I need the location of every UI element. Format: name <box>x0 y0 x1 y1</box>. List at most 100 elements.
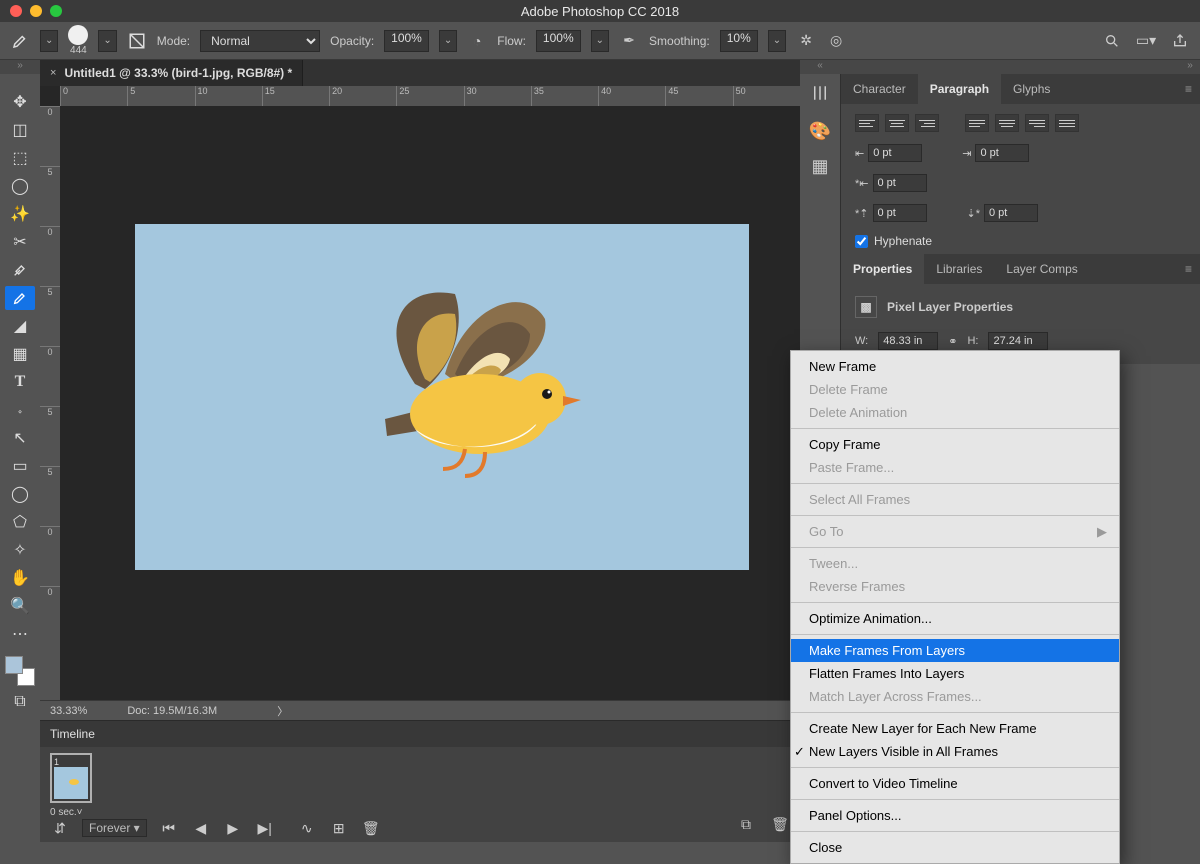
indent-left-field[interactable] <box>868 144 922 162</box>
rectangle-tool[interactable]: ▭ <box>5 454 35 478</box>
tween-icon[interactable]: ∿ <box>297 818 317 838</box>
hyphenate-input[interactable] <box>855 235 868 248</box>
move-tool[interactable]: ✥ <box>5 90 35 114</box>
tab-libraries[interactable]: Libraries <box>924 254 994 284</box>
horizontal-ruler[interactable]: 0 5 10 15 20 25 30 35 40 45 50 <box>60 86 800 106</box>
tab-glyphs[interactable]: Glyphs <box>1001 74 1062 104</box>
menu-item[interactable]: Panel Options... <box>791 804 1119 827</box>
eraser-tool[interactable]: ◢ <box>5 314 35 338</box>
space-after-field[interactable] <box>984 204 1038 222</box>
menu-item[interactable]: Create New Layer for Each New Frame <box>791 717 1119 740</box>
minimize-window-icon[interactable] <box>30 5 42 17</box>
panel-menu-icon[interactable]: ≡ <box>1177 254 1200 284</box>
height-field[interactable] <box>988 332 1048 350</box>
delete-frame-icon[interactable]: 🗑 <box>361 818 381 838</box>
smoothing-options-icon[interactable]: ✲ <box>796 31 816 51</box>
tab-properties[interactable]: Properties <box>841 254 924 284</box>
swatches-panel-icon[interactable]: 🎨 <box>809 121 831 142</box>
overflow-left-icon[interactable]: » <box>0 60 40 74</box>
tool-preset-dropdown[interactable]: ⌄ <box>40 30 58 52</box>
close-window-icon[interactable] <box>10 5 22 17</box>
align-right-icon[interactable] <box>915 114 939 132</box>
symmetry-icon[interactable]: ◎ <box>826 31 846 51</box>
quick-mask-icon[interactable]: ⧉ <box>5 690 35 714</box>
align-left-icon[interactable] <box>855 114 879 132</box>
smoothing-field[interactable]: 10% <box>720 30 758 52</box>
prev-frame-icon[interactable]: ◀︎ <box>191 818 211 838</box>
ellipse-tool[interactable]: ◯ <box>5 482 35 506</box>
brush-size-dropdown[interactable]: ⌄ <box>98 30 116 52</box>
loop-select[interactable]: Forever ▾ <box>82 819 147 837</box>
gradient-tool[interactable]: ▦ <box>5 342 35 366</box>
frame-duration[interactable]: 0 sec.˅ <box>50 807 790 818</box>
justify-all-icon[interactable] <box>1055 114 1079 132</box>
close-tab-icon[interactable]: × <box>50 67 56 79</box>
duplicate-frame-icon[interactable]: ⧉ <box>736 814 756 834</box>
menu-item[interactable]: Make Frames From Layers <box>791 639 1119 662</box>
color-swatches[interactable] <box>5 656 35 686</box>
brushes-panel-icon[interactable] <box>811 84 829 107</box>
hyphenate-checkbox[interactable]: Hyphenate <box>855 234 1186 248</box>
polygon-tool[interactable]: ⬠ <box>5 510 35 534</box>
blend-mode-select[interactable]: Normal <box>200 30 320 52</box>
eyedropper-tool[interactable] <box>5 258 35 282</box>
airbrush-icon[interactable]: ✒ <box>619 31 639 51</box>
vertical-ruler[interactable]: 0 5 0 5 0 5 5 0 0 <box>40 106 60 700</box>
align-center-icon[interactable] <box>885 114 909 132</box>
timeline-frame[interactable]: 1 <box>50 753 92 803</box>
more-tools-icon[interactable]: ⋯ <box>5 622 35 646</box>
path-select-tool[interactable]: ↖ <box>5 426 35 450</box>
pen-tool[interactable]: 𝆹 <box>5 398 35 422</box>
play-icon[interactable]: ▶ <box>223 818 243 838</box>
timeline-options-icon[interactable]: ⇵ <box>50 818 70 838</box>
menu-item[interactable]: Convert to Video Timeline <box>791 772 1119 795</box>
brush-tool-icon[interactable] <box>10 31 30 51</box>
hand-tool[interactable]: ✋ <box>5 566 35 590</box>
zoom-tool[interactable]: 🔍 <box>5 594 35 618</box>
space-before-field[interactable] <box>873 204 927 222</box>
magic-wand-tool[interactable]: ✨ <box>5 202 35 226</box>
overflow-mid-icon[interactable]: « <box>800 60 840 74</box>
flow-field[interactable]: 100% <box>536 30 581 52</box>
trash-icon[interactable]: 🗑 <box>770 814 790 834</box>
tab-paragraph[interactable]: Paragraph <box>918 74 1001 104</box>
foreground-color-swatch[interactable] <box>5 656 23 674</box>
smoothing-dropdown[interactable]: ⌄ <box>768 30 786 52</box>
lasso-tool[interactable]: ◯ <box>5 174 35 198</box>
menu-item[interactable]: Close <box>791 836 1119 859</box>
menu-item[interactable]: New Layers Visible in All Frames✓ <box>791 740 1119 763</box>
first-frame-icon[interactable]: ⏮ <box>159 818 179 838</box>
status-chevron-icon[interactable]: 〉 <box>277 703 288 719</box>
opacity-field[interactable]: 100% <box>384 30 429 52</box>
menu-item[interactable]: Flatten Frames Into Layers <box>791 662 1119 685</box>
share-icon[interactable] <box>1170 31 1190 51</box>
tab-character[interactable]: Character <box>841 74 918 104</box>
justify-left-icon[interactable] <box>965 114 989 132</box>
zoom-value[interactable]: 33.33% <box>50 705 87 717</box>
menu-item[interactable]: Optimize Animation... <box>791 607 1119 630</box>
document-tab[interactable]: × Untitled1 @ 33.3% (bird-1.jpg, RGB/8#)… <box>40 60 303 86</box>
width-field[interactable] <box>878 332 938 350</box>
justify-center-icon[interactable] <box>995 114 1019 132</box>
indent-right-field[interactable] <box>975 144 1029 162</box>
brush-preview[interactable]: 444 <box>68 25 88 56</box>
flow-dropdown[interactable]: ⌄ <box>591 30 609 52</box>
justify-right-icon[interactable] <box>1025 114 1049 132</box>
workspace-icon[interactable]: ▭▾ <box>1136 31 1156 51</box>
crop-tool[interactable]: ✂ <box>5 230 35 254</box>
opacity-dropdown[interactable]: ⌄ <box>439 30 457 52</box>
next-frame-icon[interactable]: ▶| <box>255 818 275 838</box>
menu-item[interactable]: Copy Frame <box>791 433 1119 456</box>
marquee-tool[interactable]: ⬚ <box>5 146 35 170</box>
doc-info[interactable]: Doc: 19.5M/16.3M <box>127 705 217 717</box>
brush-tool[interactable] <box>5 286 35 310</box>
panel-menu-icon[interactable]: ≡ <box>1177 74 1200 104</box>
zoom-window-icon[interactable] <box>50 5 62 17</box>
styles-panel-icon[interactable]: ▦ <box>811 156 828 177</box>
timeline-header[interactable]: Timeline <box>40 721 800 747</box>
first-line-field[interactable] <box>873 174 927 192</box>
artboard-tool[interactable]: ◫ <box>5 118 35 142</box>
pressure-opacity-icon[interactable]: ◔ <box>467 31 487 51</box>
search-icon[interactable] <box>1102 31 1122 51</box>
menu-item[interactable]: New Frame <box>791 355 1119 378</box>
